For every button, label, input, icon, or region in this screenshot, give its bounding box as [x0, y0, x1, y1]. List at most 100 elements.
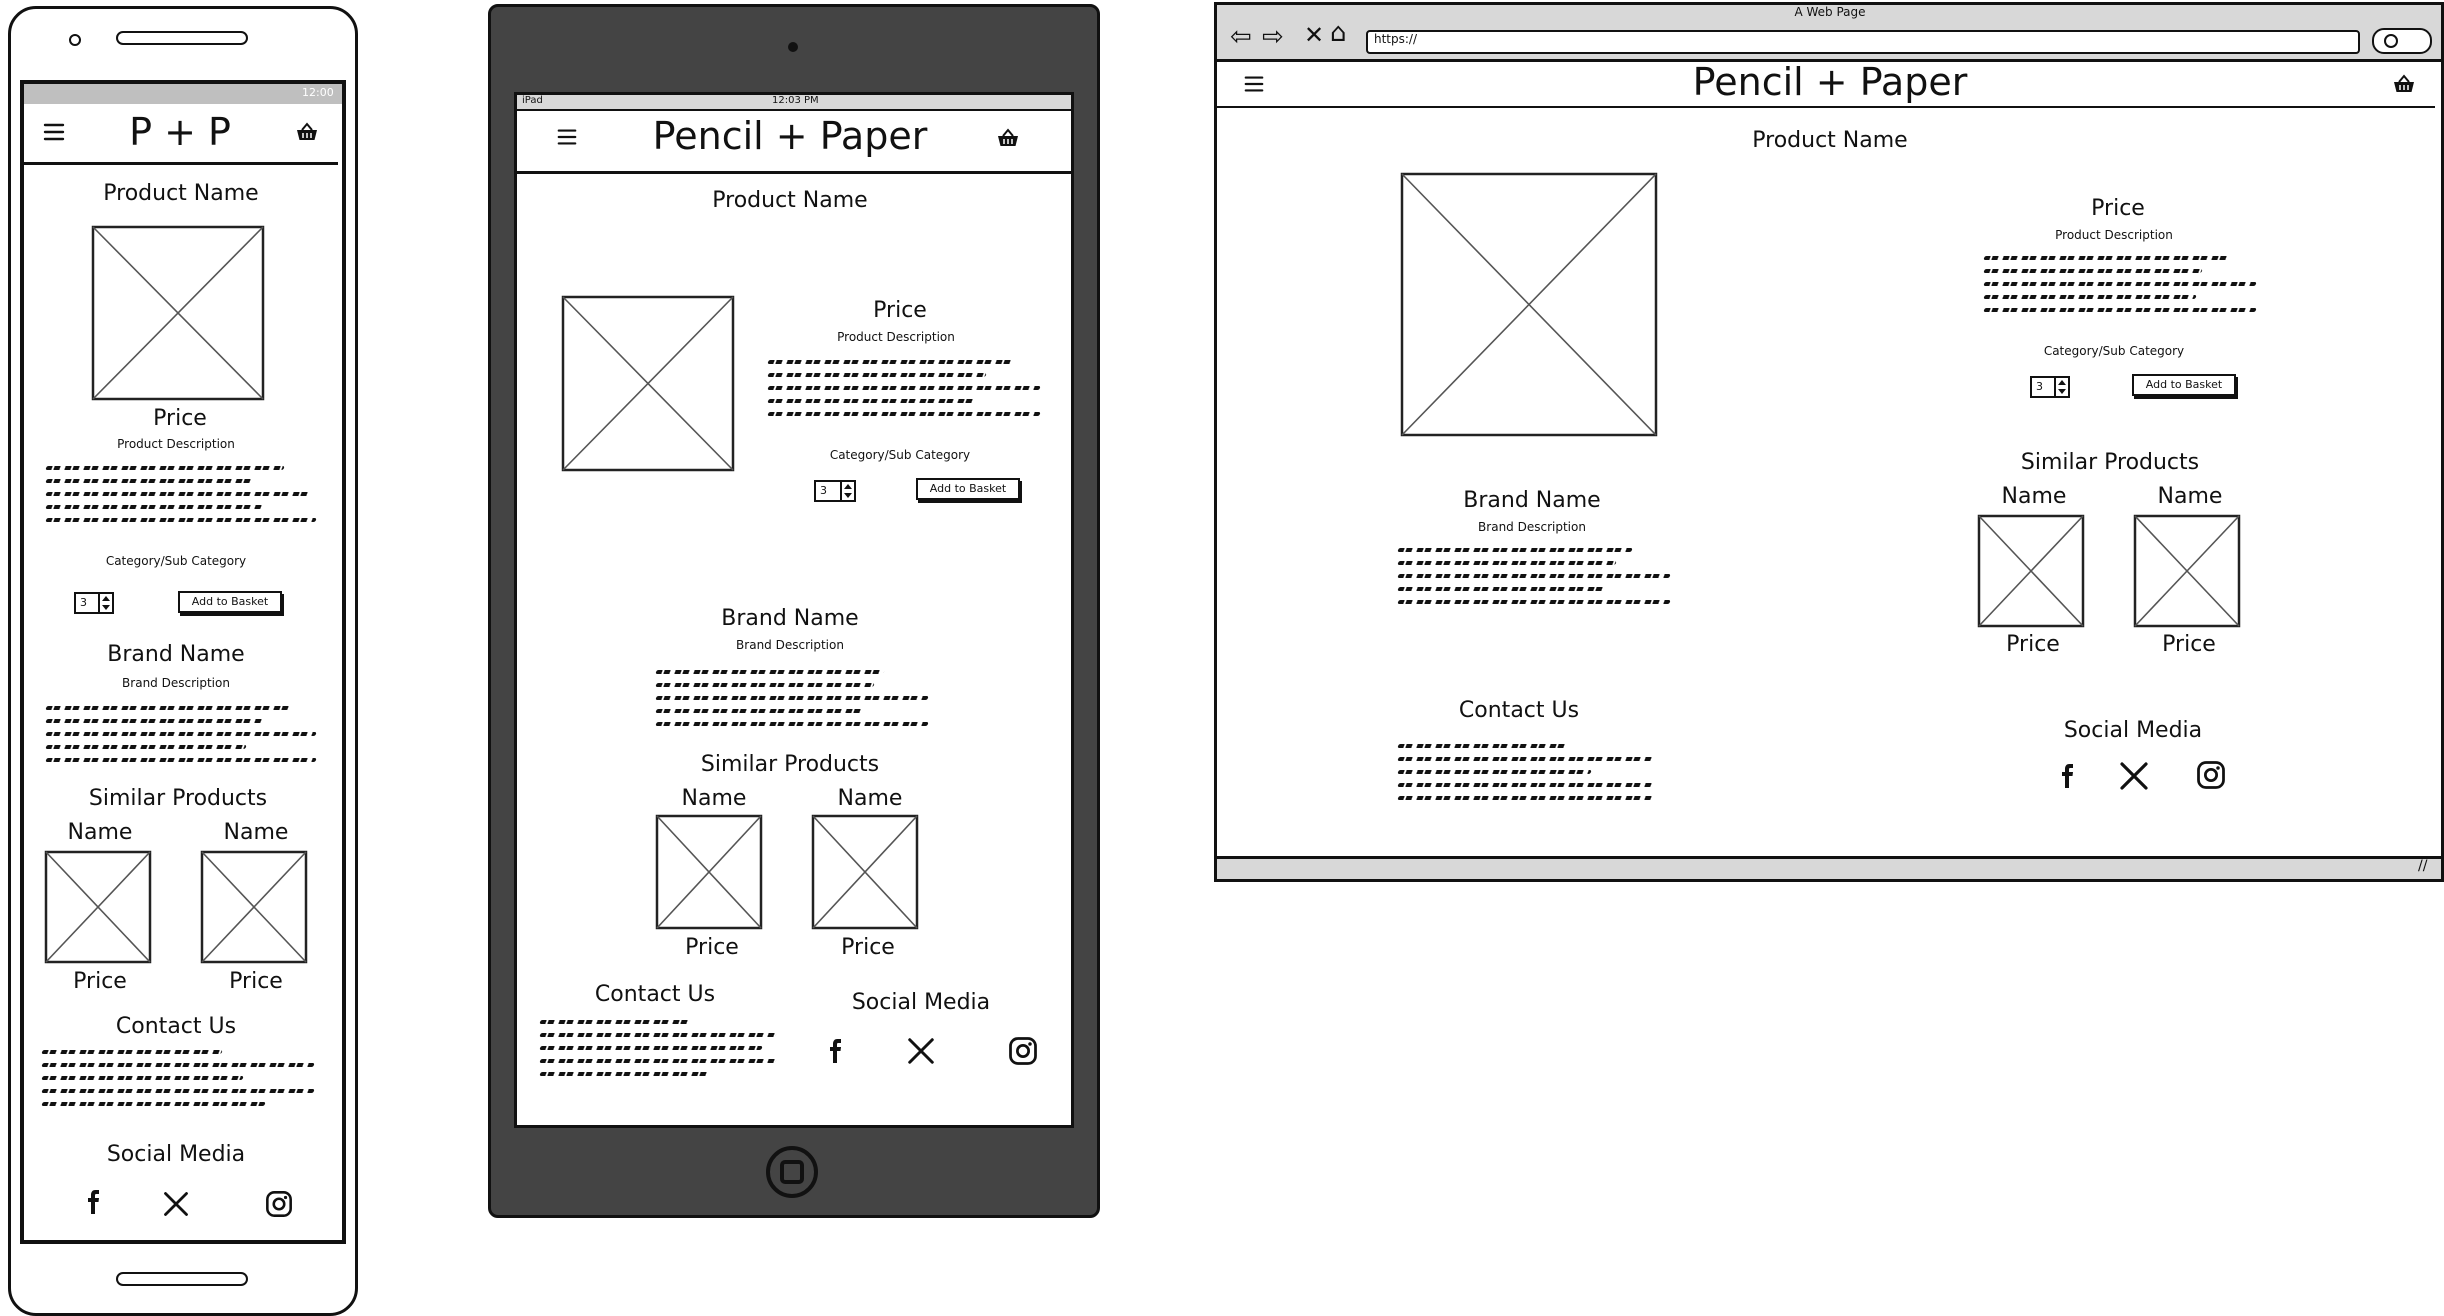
tablet-contact-text — [539, 1020, 777, 1085]
browser-similar-image[interactable] — [2133, 514, 2241, 628]
tablet-quantity-value: 3 — [820, 484, 827, 497]
shopping-basket-icon[interactable] — [996, 126, 1020, 150]
browser-product-image — [1400, 172, 1658, 437]
browser-product-name: Product Name — [1752, 128, 1908, 153]
home-icon[interactable]: ⌂ — [1330, 20, 1347, 46]
phone-similar-image[interactable] — [200, 850, 308, 964]
tablet-home-button-inner — [780, 1160, 804, 1184]
phone-product-image — [91, 225, 265, 401]
shopping-basket-icon[interactable] — [295, 120, 319, 144]
browser-brand-description: Brand Description — [1478, 520, 1586, 534]
phone-product-name: Product Name — [103, 181, 259, 206]
tablet-similar-price: Price — [841, 935, 895, 960]
x-twitter-icon[interactable] — [2118, 760, 2150, 792]
browser-product-text — [1983, 256, 2257, 321]
address-bar[interactable] — [1366, 30, 2360, 54]
phone-similar-name[interactable]: Name — [196, 820, 316, 845]
hamburger-menu-icon[interactable] — [556, 126, 578, 148]
facebook-icon[interactable] — [824, 1036, 848, 1066]
phone-quantity-stepper[interactable]: 3 — [74, 592, 114, 614]
forward-icon[interactable]: ⇨ — [1262, 24, 1284, 50]
tablet-similar-name[interactable]: Name — [654, 786, 774, 811]
x-twitter-icon[interactable] — [162, 1190, 190, 1218]
phone-similar-price: Price — [73, 969, 127, 994]
back-icon[interactable]: ⇦ — [1230, 24, 1252, 50]
facebook-icon[interactable] — [82, 1188, 106, 1216]
tablet-camera — [788, 42, 798, 52]
browser-similar-name[interactable]: Name — [2130, 484, 2250, 509]
browser-price: Price — [2091, 196, 2145, 221]
browser-status-bar — [1217, 856, 2441, 879]
phone-similar-image[interactable] — [44, 850, 152, 964]
phone-similar-name[interactable]: Name — [40, 820, 160, 845]
tablet-similar-products-heading: Similar Products — [700, 752, 880, 777]
tablet-product-text — [767, 360, 1041, 425]
browser-similar-name[interactable]: Name — [1974, 484, 2094, 509]
phone-quantity-value: 3 — [80, 596, 87, 609]
browser-similar-image[interactable] — [1977, 514, 2085, 628]
hamburger-menu-icon[interactable] — [42, 120, 66, 144]
phone-category: Category/Sub Category — [105, 554, 247, 568]
tablet-status-device: iPad — [522, 95, 543, 106]
phone-social-heading: Social Media — [106, 1142, 246, 1167]
tablet-price: Price — [873, 298, 927, 323]
phone-contact-heading: Contact Us — [115, 1014, 237, 1039]
browser-similar-price: Price — [2162, 632, 2216, 657]
phone-add-to-basket-button[interactable]: Add to Basket — [178, 591, 282, 613]
x-twitter-icon[interactable] — [906, 1036, 936, 1066]
browser-add-to-basket-button[interactable]: Add to Basket — [2132, 374, 2236, 396]
facebook-icon[interactable] — [2056, 760, 2080, 792]
phone-status-time: 12:00 — [302, 86, 334, 99]
browser-contact-heading: Contact Us — [1458, 698, 1580, 723]
browser-quantity-value: 3 — [2036, 380, 2043, 393]
browser-category: Category/Sub Category — [2043, 344, 2185, 358]
phone-header-title: P + P — [129, 110, 231, 154]
browser-brand-text — [1397, 548, 1671, 613]
phone-brand-description: Brand Description — [122, 676, 230, 690]
tablet-status-time: 12:03 PM — [772, 95, 819, 106]
tablet-similar-image[interactable] — [811, 814, 919, 930]
tablet-similar-price: Price — [685, 935, 739, 960]
instagram-icon[interactable] — [1008, 1036, 1038, 1066]
resize-grip-icon[interactable]: // — [2418, 858, 2427, 874]
browser-similar-price: Price — [2006, 632, 2060, 657]
tablet-add-to-basket-button[interactable]: Add to Basket — [916, 478, 1020, 500]
search-button[interactable] — [2372, 28, 2432, 54]
phone-price: Price — [153, 406, 207, 431]
browser-window-title: A Web Page — [1794, 5, 1866, 19]
tablet-similar-image[interactable] — [655, 814, 763, 930]
phone-product-text — [45, 466, 317, 531]
tablet-category: Category/Sub Category — [829, 448, 971, 462]
phone-home-bar[interactable] — [116, 1272, 248, 1286]
tablet-social-heading: Social Media — [851, 990, 991, 1015]
phone-similar-products-heading: Similar Products — [88, 786, 268, 811]
search-icon — [2384, 34, 2398, 48]
tablet-contact-heading: Contact Us — [594, 982, 716, 1007]
phone-camera — [69, 34, 81, 46]
tablet-header-title: Pencil + Paper — [652, 114, 928, 158]
tablet-quantity-stepper[interactable]: 3 — [814, 480, 856, 502]
tablet-brand-name: Brand Name — [721, 606, 859, 631]
browser-quantity-stepper[interactable]: 3 — [2030, 376, 2070, 398]
instagram-icon[interactable] — [2196, 760, 2226, 790]
browser-similar-products-heading: Similar Products — [2020, 450, 2200, 475]
tablet-brand-description: Brand Description — [736, 638, 844, 652]
tablet-product-name: Product Name — [712, 188, 868, 213]
phone-contact-text — [41, 1050, 315, 1115]
browser-header-title: Pencil + Paper — [1692, 60, 1968, 104]
tablet-similar-name[interactable]: Name — [810, 786, 930, 811]
tablet-product-image — [561, 295, 735, 472]
browser-brand-name: Brand Name — [1463, 488, 1601, 513]
phone-brand-name: Brand Name — [107, 642, 245, 667]
phone-status-bar — [24, 84, 342, 104]
browser-contact-text — [1397, 744, 1653, 809]
instagram-icon[interactable] — [265, 1190, 293, 1218]
phone-product-description: Product Description — [117, 437, 235, 451]
stop-icon[interactable]: ✕ — [1304, 22, 1324, 48]
browser-social-heading: Social Media — [2063, 718, 2203, 743]
shopping-basket-icon[interactable] — [2392, 72, 2416, 96]
address-bar-url: https:// — [1374, 32, 1418, 46]
tablet-brand-text — [655, 670, 929, 735]
hamburger-menu-icon[interactable] — [1243, 73, 1265, 95]
phone-brand-text — [45, 706, 317, 771]
